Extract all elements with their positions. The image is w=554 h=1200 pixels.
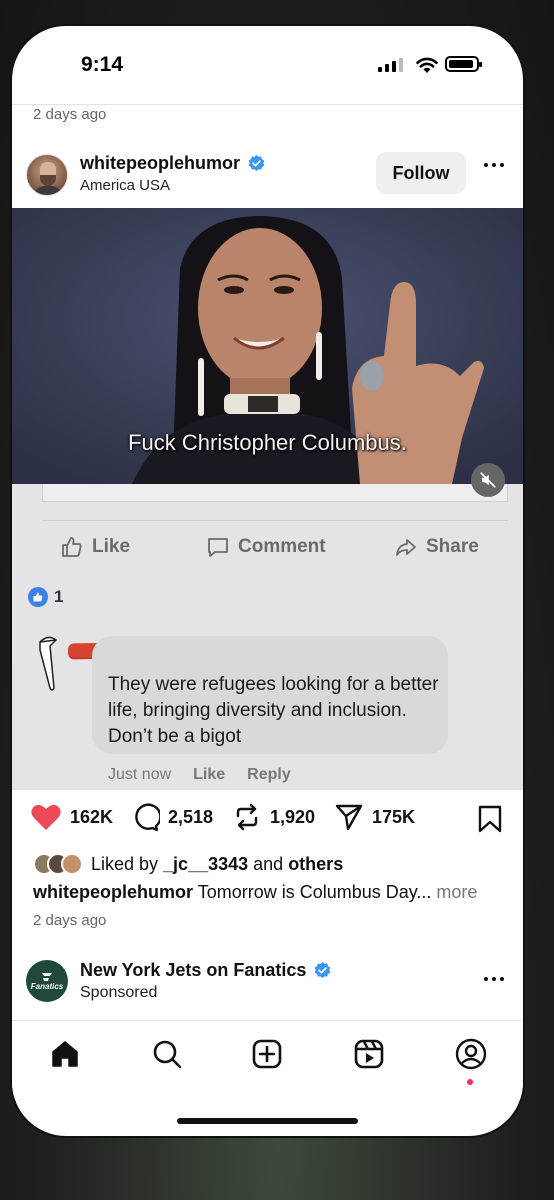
search-icon[interactable] bbox=[152, 1039, 182, 1069]
sponsor-logo-text: Fanatics bbox=[30, 981, 64, 991]
fb-like-badge-icon bbox=[28, 587, 48, 607]
wifi-icon bbox=[416, 57, 438, 73]
sponsored-label: Sponsored bbox=[80, 984, 158, 1001]
post-username[interactable]: whitepeoplehumor bbox=[80, 153, 240, 174]
caption-more-link[interactable]: more bbox=[431, 882, 477, 902]
facebook-screenshot: Like Comment Share 1 They were refugees … bbox=[12, 484, 523, 790]
fb-comment-meta: Just now Like Reply bbox=[108, 766, 291, 784]
cellular-signal-icon bbox=[378, 58, 403, 72]
caption-username[interactable]: whitepeoplehumor bbox=[33, 882, 193, 902]
avatar[interactable] bbox=[26, 154, 68, 196]
tab-profile[interactable] bbox=[454, 1037, 488, 1071]
comment-bubble-icon bbox=[208, 538, 228, 557]
post-image[interactable]: Fuck Christopher Columbus. Like Comment … bbox=[12, 208, 523, 790]
post-location[interactable]: America USA bbox=[80, 177, 170, 194]
liked-by-others[interactable]: others bbox=[288, 854, 343, 875]
notification-dot bbox=[467, 1079, 473, 1085]
fanatics-flag-icon bbox=[42, 972, 52, 981]
bookmark-icon[interactable] bbox=[477, 804, 503, 834]
tab-reels[interactable] bbox=[352, 1037, 386, 1071]
fb-reaction-count: 1 bbox=[28, 587, 63, 607]
likes-count: 162K bbox=[70, 806, 114, 827]
like-action[interactable]: 162K bbox=[30, 802, 113, 832]
post-timestamp: 2 days ago bbox=[33, 912, 107, 929]
fb-reaction-number: 1 bbox=[54, 587, 64, 606]
heart-icon[interactable] bbox=[30, 802, 62, 832]
phone-screen: 9:14 2 days ago whitepeoplehumor America… bbox=[12, 26, 523, 1136]
liked-by-mid: and bbox=[248, 853, 289, 874]
fb-comment-action: Comment bbox=[206, 535, 326, 559]
verified-badge-icon bbox=[248, 155, 265, 172]
shares-count: 175K bbox=[372, 806, 416, 827]
meme-caption: Fuck Christopher Columbus. bbox=[128, 430, 407, 455]
comment-action[interactable]: 2,518 bbox=[130, 802, 213, 832]
repost-action[interactable]: 1,920 bbox=[232, 802, 315, 832]
fb-separator bbox=[42, 520, 508, 521]
status-time: 9:14 bbox=[81, 53, 124, 76]
caption-text: Tomorrow is Columbus Day... bbox=[193, 882, 432, 902]
share-action[interactable]: 175K bbox=[334, 802, 415, 832]
fb-comment-label: Comment bbox=[238, 536, 326, 557]
speaker-muted-icon bbox=[480, 472, 496, 488]
post-actions: 162K 2,518 1,920 175K bbox=[12, 802, 523, 842]
bottom-tab-bar bbox=[12, 1020, 523, 1100]
create-post-icon[interactable] bbox=[252, 1039, 282, 1069]
more-options-icon[interactable] bbox=[484, 977, 504, 981]
fb-preview-box bbox=[42, 484, 508, 502]
profile-icon[interactable] bbox=[455, 1038, 487, 1070]
fb-comment-like: Like bbox=[193, 766, 226, 783]
verified-badge-icon bbox=[314, 962, 331, 979]
reposts-count: 1,920 bbox=[270, 806, 316, 827]
sponsor-name[interactable]: New York Jets on Fanatics bbox=[80, 960, 306, 981]
fb-share-action: Share bbox=[394, 535, 479, 559]
repost-icon[interactable] bbox=[232, 802, 262, 832]
mute-button[interactable] bbox=[471, 463, 505, 497]
fb-like-action: Like bbox=[60, 535, 130, 559]
send-icon[interactable] bbox=[334, 802, 364, 832]
previous-post-timestamp: 2 days ago bbox=[33, 106, 107, 123]
comment-icon[interactable] bbox=[130, 802, 160, 832]
fb-like-label: Like bbox=[92, 536, 131, 557]
tab-home[interactable] bbox=[48, 1037, 82, 1071]
comments-count: 2,518 bbox=[168, 806, 214, 827]
home-icon[interactable] bbox=[50, 1039, 80, 1069]
meme-image: Fuck Christopher Columbus. bbox=[12, 208, 523, 484]
liked-by-prefix: Liked by bbox=[91, 853, 164, 874]
divider bbox=[12, 104, 523, 105]
battery-icon bbox=[445, 56, 482, 72]
post-caption[interactable]: whitepeoplehumor Tomorrow is Columbus Da… bbox=[33, 882, 477, 903]
fb-comment-reply: Reply bbox=[247, 766, 291, 783]
tab-search[interactable] bbox=[150, 1037, 184, 1071]
liked-by-user[interactable]: _jc__3343 bbox=[163, 854, 248, 875]
tab-create[interactable] bbox=[250, 1037, 284, 1071]
home-indicator[interactable] bbox=[177, 1118, 358, 1124]
fb-comment-time: Just now bbox=[108, 766, 172, 783]
more-options-icon[interactable] bbox=[484, 163, 504, 167]
sponsor-avatar[interactable]: Fanatics bbox=[26, 960, 68, 1002]
thumbs-up-icon bbox=[62, 537, 82, 557]
follow-button[interactable]: Follow bbox=[376, 152, 466, 194]
liked-by[interactable]: Liked by _jc__3343 and others bbox=[33, 853, 343, 875]
liker-avatar bbox=[61, 853, 83, 875]
commenter-avatar-icon bbox=[39, 636, 58, 691]
reels-icon[interactable] bbox=[354, 1039, 384, 1069]
status-bar: 9:14 bbox=[12, 26, 523, 106]
fb-comment-text: They were refugees looking for a better … bbox=[108, 674, 439, 747]
fb-share-label: Share bbox=[426, 536, 479, 557]
share-arrow-icon bbox=[396, 539, 416, 556]
